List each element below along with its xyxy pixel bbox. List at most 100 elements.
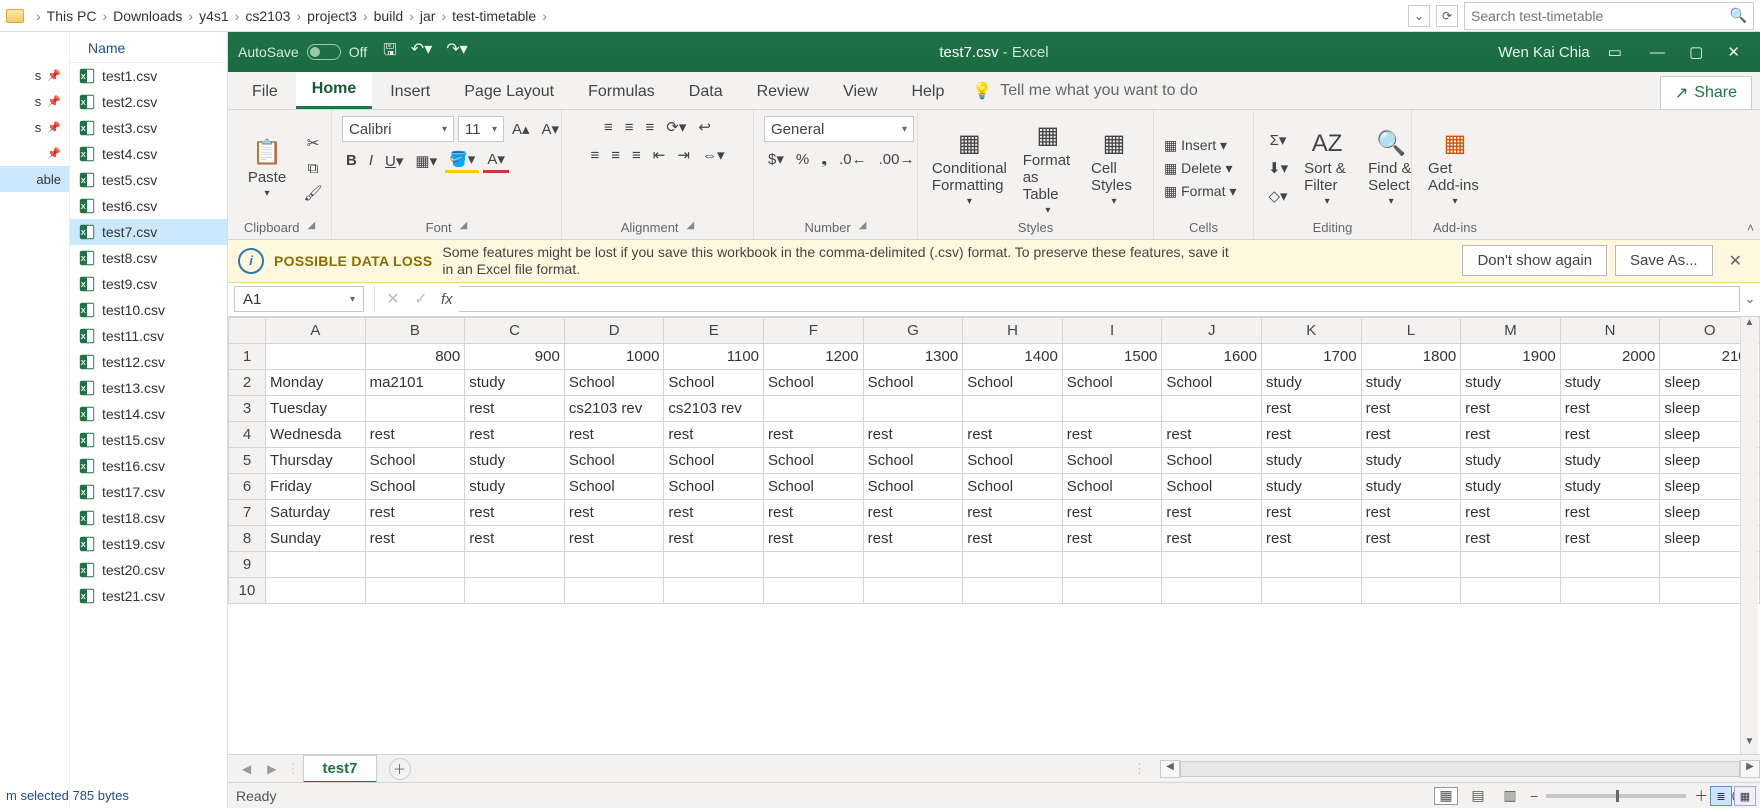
column-header[interactable]: J (1162, 317, 1262, 343)
collapse-ribbon-icon[interactable]: ˄ (1747, 221, 1754, 235)
cell[interactable] (1261, 551, 1361, 577)
sort-filter-button[interactable]: A͏ZSort & Filter▾ (1298, 130, 1356, 207)
increase-indent-icon[interactable]: ⇥ (673, 144, 694, 166)
worksheet-grid[interactable]: ABCDEFGHIJKLMNO1800900100011001200130014… (228, 317, 1760, 754)
file-row[interactable]: Xtest18.csv (70, 505, 227, 531)
cell[interactable]: rest (664, 499, 764, 525)
cell[interactable]: School (1062, 447, 1162, 473)
font-name-combo[interactable]: Calibri▾ (342, 116, 454, 142)
cell[interactable] (863, 577, 963, 603)
cell[interactable]: rest (963, 525, 1063, 551)
cell[interactable]: rest (1461, 499, 1561, 525)
row-header[interactable]: 6 (229, 473, 266, 499)
cell[interactable]: study (1361, 369, 1461, 395)
cell[interactable]: study (1261, 447, 1361, 473)
ribbon-tab-review[interactable]: Review (741, 75, 825, 109)
ribbon-tab-view[interactable]: View (827, 75, 893, 109)
cell[interactable] (465, 577, 565, 603)
expand-formula-bar-icon[interactable]: ⌄ (1740, 291, 1760, 307)
save-icon[interactable]: 🖫 (383, 39, 397, 66)
cell[interactable] (963, 395, 1063, 421)
row-header[interactable]: 5 (229, 447, 266, 473)
formula-input[interactable] (459, 286, 1740, 312)
file-row[interactable]: Xtest8.csv (70, 245, 227, 271)
cell[interactable] (1162, 577, 1262, 603)
horizontal-scrollbar[interactable]: ◀▶ (1160, 760, 1760, 778)
cell[interactable]: rest (1062, 421, 1162, 447)
zoom-out-icon[interactable]: − (1530, 788, 1538, 804)
cell[interactable] (564, 551, 664, 577)
cell[interactable]: 1300 (863, 343, 963, 369)
ribbon-tab-page-layout[interactable]: Page Layout (448, 75, 570, 109)
cell[interactable]: rest (1361, 395, 1461, 421)
cell[interactable] (564, 577, 664, 603)
file-row[interactable]: Xtest12.csv (70, 349, 227, 375)
cell[interactable]: 1400 (963, 343, 1063, 369)
cell[interactable]: rest (764, 525, 864, 551)
cell[interactable]: Saturday (266, 499, 366, 525)
cell[interactable] (664, 577, 764, 603)
cell[interactable]: rest (1560, 499, 1660, 525)
close-button[interactable]: ✕ (1717, 44, 1750, 61)
thumbnails-view-icon[interactable]: ▦ (1734, 786, 1756, 806)
cell[interactable]: rest (1560, 525, 1660, 551)
cell[interactable] (365, 551, 465, 577)
column-header[interactable]: M (1461, 317, 1561, 343)
nav-pane-item[interactable]: s📌 (0, 62, 69, 88)
cell[interactable]: School (1062, 473, 1162, 499)
row-header[interactable]: 3 (229, 395, 266, 421)
vertical-scrollbar[interactable]: ▲▼ (1740, 317, 1758, 754)
breadcrumb-segment[interactable]: test-timetable (448, 8, 540, 24)
column-header[interactable]: D (564, 317, 664, 343)
cell[interactable]: study (465, 447, 565, 473)
cell[interactable] (664, 551, 764, 577)
cell[interactable]: rest (1461, 395, 1561, 421)
cell[interactable]: School (664, 473, 764, 499)
cell[interactable]: study (1361, 447, 1461, 473)
comma-format-icon[interactable]: ❟ (817, 149, 831, 170)
cell[interactable]: rest (1162, 421, 1262, 447)
normal-view-icon[interactable]: ▦ (1434, 787, 1458, 805)
ribbon-tab-help[interactable]: Help (895, 75, 960, 109)
percent-format-icon[interactable]: % (792, 149, 813, 170)
font-color-icon[interactable]: A▾ (483, 148, 509, 173)
fill-icon[interactable]: ⬇▾ (1264, 157, 1292, 179)
bold-button[interactable]: B (342, 150, 361, 171)
increase-font-icon[interactable]: A▴ (508, 118, 534, 140)
cell[interactable]: study (1461, 369, 1561, 395)
cell[interactable]: 1600 (1162, 343, 1262, 369)
cell[interactable] (1560, 551, 1660, 577)
autosum-icon[interactable]: Σ▾ (1266, 129, 1291, 151)
cell[interactable]: rest (564, 421, 664, 447)
cell[interactable] (764, 395, 864, 421)
column-header-name[interactable]: Name (70, 32, 227, 63)
insert-cells-button[interactable]: ▦ Insert ▾ (1164, 137, 1227, 154)
file-row[interactable]: Xtest5.csv (70, 167, 227, 193)
tell-me-search[interactable]: 💡Tell me what you want to do (962, 73, 1207, 109)
row-header[interactable]: 2 (229, 369, 266, 395)
breadcrumb-segment[interactable]: cs2103 (241, 8, 294, 24)
cell[interactable] (1062, 551, 1162, 577)
cell[interactable] (764, 551, 864, 577)
clear-icon[interactable]: ◇▾ (1265, 185, 1292, 207)
file-row[interactable]: Xtest10.csv (70, 297, 227, 323)
cell[interactable]: rest (465, 525, 565, 551)
dialog-launcher-icon[interactable]: ◢ (687, 220, 695, 235)
cell[interactable] (1361, 551, 1461, 577)
cell[interactable]: rest (1261, 499, 1361, 525)
nav-pane-item[interactable]: 📌 (0, 140, 69, 166)
cell[interactable]: rest (764, 499, 864, 525)
cell[interactable]: rest (1560, 395, 1660, 421)
cell[interactable]: School (664, 369, 764, 395)
cell-styles-button[interactable]: ▦Cell Styles▾ (1085, 129, 1143, 207)
borders-icon[interactable]: ▦▾ (411, 150, 441, 172)
ribbon-tab-data[interactable]: Data (673, 75, 739, 109)
file-row[interactable]: Xtest15.csv (70, 427, 227, 453)
nav-pane-item[interactable]: s📌 (0, 88, 69, 114)
column-header[interactable]: H (963, 317, 1063, 343)
cell[interactable]: 1000 (564, 343, 664, 369)
cell[interactable] (1162, 551, 1262, 577)
file-row[interactable]: Xtest17.csv (70, 479, 227, 505)
column-header[interactable]: K (1261, 317, 1361, 343)
file-row[interactable]: Xtest16.csv (70, 453, 227, 479)
